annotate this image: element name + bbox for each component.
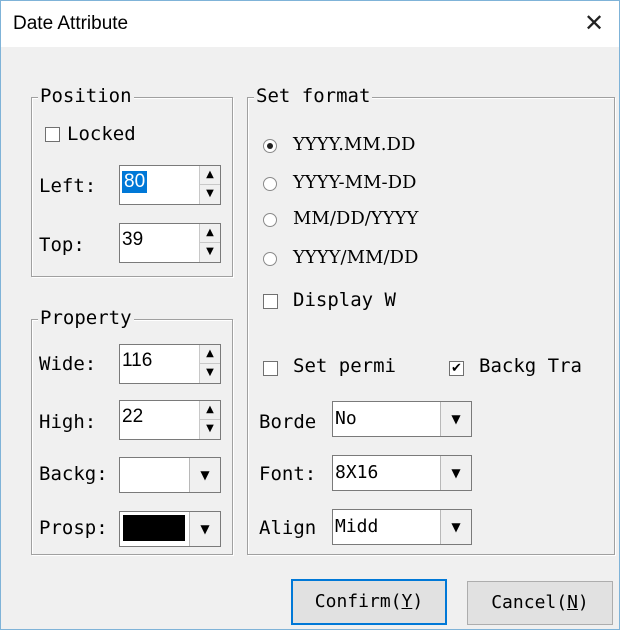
top-spinner[interactable]: 39 ▲ ▼ <box>119 223 221 263</box>
locked-checkbox[interactable] <box>45 127 60 142</box>
position-group-title: Position <box>38 85 134 107</box>
border-label: Borde <box>259 411 317 433</box>
set-permi-label: Set permi <box>293 355 396 377</box>
spin-down-icon[interactable]: ▼ <box>200 243 220 261</box>
window-title: Date Attribute <box>13 13 129 34</box>
foreground-color-swatch <box>123 515 185 541</box>
chevron-down-icon[interactable]: ▼ <box>189 512 220 546</box>
property-group-title: Property <box>38 307 134 329</box>
format-option-1[interactable]: YYYY-MM-DD <box>293 172 416 193</box>
spin-up-icon[interactable]: ▲ <box>200 224 220 243</box>
format-option-2[interactable]: MM/DD/YYYY <box>293 208 418 229</box>
confirm-button[interactable]: Confirm(Y) <box>291 579 447 625</box>
wide-value[interactable]: 116 <box>122 350 152 372</box>
high-spinner[interactable]: 22 ▲ ▼ <box>119 400 221 440</box>
format-radio-1[interactable] <box>263 177 277 191</box>
border-value: No <box>335 408 357 429</box>
left-value[interactable]: 80 <box>122 171 148 193</box>
format-option-3[interactable]: YYYY/MM/DD <box>293 247 418 268</box>
align-select[interactable]: Midd ▼ <box>332 509 472 545</box>
close-icon[interactable]: ✕ <box>573 5 615 41</box>
top-label: Top: <box>39 234 85 256</box>
spin-down-icon[interactable]: ▼ <box>200 185 220 203</box>
background-color-swatch <box>123 461 185 487</box>
locked-label: Locked <box>67 123 136 145</box>
wide-label: Wide: <box>39 353 97 375</box>
title-bar: Date Attribute ✕ <box>1 1 619 47</box>
top-value[interactable]: 39 <box>122 229 143 251</box>
display-w-label: Display W <box>293 289 396 311</box>
format-group-title: Set format <box>254 85 373 107</box>
chevron-down-icon[interactable]: ▼ <box>440 456 471 490</box>
spin-up-icon[interactable]: ▲ <box>200 401 220 420</box>
display-w-checkbox[interactable] <box>263 294 278 309</box>
align-value: Midd <box>335 516 379 537</box>
high-label: High: <box>39 411 97 433</box>
left-label: Left: <box>39 175 97 197</box>
left-spinner[interactable]: 80 ▲ ▼ <box>119 165 221 205</box>
backg-label: Backg: <box>39 463 108 485</box>
high-value[interactable]: 22 <box>122 406 143 428</box>
backg-tra-label: Backg Tra <box>479 355 582 377</box>
cancel-button[interactable]: Cancel(N) <box>467 581 613 625</box>
chevron-down-icon[interactable]: ▼ <box>440 402 471 436</box>
font-select[interactable]: 8X16 ▼ <box>332 455 472 491</box>
prosp-label: Prosp: <box>39 517 108 539</box>
format-option-0[interactable]: YYYY.MM.DD <box>293 134 415 155</box>
border-select[interactable]: No ▼ <box>332 401 472 437</box>
spin-down-icon[interactable]: ▼ <box>200 420 220 438</box>
background-color-combo[interactable]: ▼ <box>119 457 221 493</box>
format-radio-2[interactable] <box>263 213 277 227</box>
spin-up-icon[interactable]: ▲ <box>200 166 220 185</box>
backg-tra-checkbox[interactable]: ✔ <box>449 361 464 376</box>
spin-down-icon[interactable]: ▼ <box>200 364 220 382</box>
foreground-color-combo[interactable]: ▼ <box>119 511 221 547</box>
font-value: 8X16 <box>335 462 379 483</box>
chevron-down-icon[interactable]: ▼ <box>189 458 220 492</box>
font-label: Font: <box>259 463 317 485</box>
wide-spinner[interactable]: 116 ▲ ▼ <box>119 344 221 384</box>
spin-up-icon[interactable]: ▲ <box>200 345 220 364</box>
set-permi-checkbox[interactable] <box>263 361 278 376</box>
format-radio-3[interactable] <box>263 252 277 266</box>
chevron-down-icon[interactable]: ▼ <box>440 510 471 544</box>
format-radio-0[interactable] <box>263 139 277 153</box>
dialog-window: Date Attribute ✕ Position Locked Left: 8… <box>0 0 620 630</box>
align-label: Align <box>259 517 317 539</box>
